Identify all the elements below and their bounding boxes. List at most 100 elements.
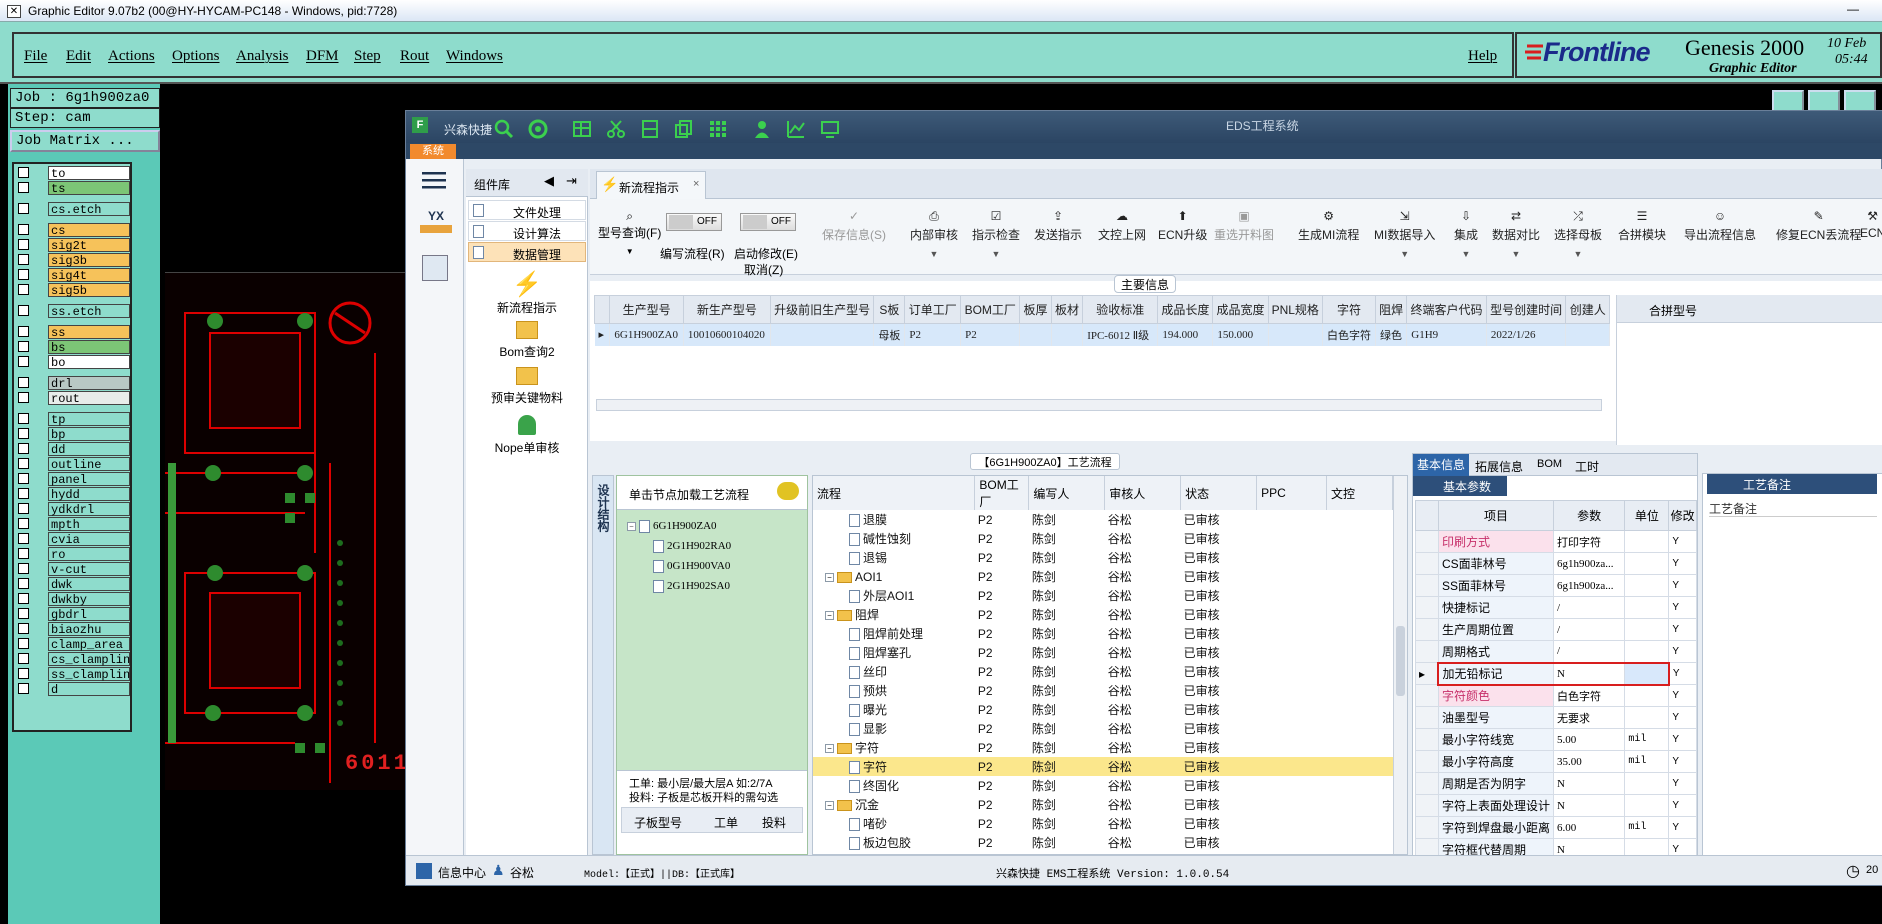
lifebuoy-icon[interactable] — [528, 119, 548, 139]
layer-row[interactable]: sig3b — [14, 253, 134, 268]
menu-file[interactable]: File — [24, 48, 47, 65]
layer-checkbox[interactable] — [18, 458, 29, 469]
layer-name[interactable]: sig4t — [48, 268, 130, 283]
param-row[interactable]: 字符颜色 白色字符 Y — [1415, 684, 1697, 707]
layer-checkbox[interactable] — [18, 473, 29, 484]
param-value[interactable]: 白色字符 — [1552, 684, 1626, 707]
flow-row[interactable]: 阻焊塞孔 P2 陈剑 谷松 已审核 — [813, 643, 1393, 662]
layer-checkbox[interactable] — [18, 533, 29, 544]
layer-name[interactable]: tp — [48, 412, 130, 427]
layer-row[interactable]: ss_clamplin — [14, 667, 134, 682]
layer-checkbox[interactable] — [18, 623, 29, 634]
col-header[interactable]: 单位 — [1624, 500, 1670, 531]
layer-row[interactable]: biaozhu — [14, 622, 134, 637]
param-row[interactable]: 油墨型号 无要求 Y — [1415, 706, 1697, 729]
chart-icon[interactable] — [786, 119, 806, 139]
param-value[interactable]: 6g1h900za... — [1552, 574, 1626, 597]
layer-checkbox[interactable] — [18, 578, 29, 589]
tree-node[interactable]: 0G1H900VA0 — [653, 560, 730, 573]
layer-checkbox[interactable] — [18, 254, 29, 265]
col-header[interactable]: 新生产型号 — [682, 295, 771, 324]
layer-row[interactable]: dd — [14, 442, 134, 457]
layer-row[interactable]: rout — [14, 391, 134, 406]
mi-import-button[interactable]: ⇲ MI数据导入 ▼ — [1374, 209, 1435, 259]
layer-checkbox[interactable] — [18, 239, 29, 250]
launcher-nope-audit[interactable]: Nope单审核 — [466, 415, 588, 456]
design-structure-tab[interactable]: 设计结构 — [592, 475, 614, 855]
merge-module-button[interactable]: ☰ 合拼模块 — [1618, 209, 1666, 243]
param-value[interactable]: N — [1552, 772, 1626, 795]
side-menu-data[interactable]: 数据管理 — [468, 242, 586, 262]
launcher-precheck[interactable]: 预审关键物料 — [466, 367, 588, 406]
layer-checkbox[interactable] — [18, 563, 29, 574]
layer-checkbox[interactable] — [18, 305, 29, 316]
param-value[interactable]: 无要求 — [1552, 706, 1626, 729]
layer-name[interactable]: cs.etch — [48, 202, 130, 217]
minimize-button[interactable]: — — [1828, 2, 1878, 18]
generate-mi-button[interactable]: ⚙ 生成MI流程 — [1298, 209, 1359, 243]
table-icon[interactable] — [572, 119, 592, 139]
layer-name[interactable]: panel — [48, 472, 130, 487]
layer-checkbox[interactable] — [18, 167, 29, 178]
repair-ecn-button[interactable]: ✎ 修复ECN丢流程 — [1776, 209, 1861, 243]
job-matrix-button[interactable]: Job Matrix ... — [10, 130, 160, 152]
layer-checkbox[interactable] — [18, 608, 29, 619]
layer-row[interactable]: gbdrl — [14, 607, 134, 622]
flow-row[interactable]: − 字符 P2 陈剑 谷松 已审核 — [813, 738, 1393, 757]
layer-name[interactable]: to — [48, 166, 130, 181]
collapse-left-icon[interactable]: ◀ — [544, 173, 554, 189]
layer-name[interactable]: bs — [48, 340, 130, 355]
col-header[interactable]: 参数 — [1552, 500, 1626, 531]
collapse-icon[interactable]: − — [825, 744, 834, 754]
layer-name[interactable]: cs — [48, 223, 130, 238]
layer-name[interactable]: sig3b — [48, 253, 130, 268]
layer-checkbox[interactable] — [18, 413, 29, 424]
flow-row[interactable]: 外层AOI1 P2 陈剑 谷松 已审核 — [813, 586, 1393, 605]
select-mother-board-button[interactable]: ⤮ 选择母板 ▼ — [1554, 209, 1602, 259]
col-header[interactable]: 生产型号 — [609, 295, 684, 324]
system-tab[interactable]: 系统 — [410, 144, 456, 160]
film-icon[interactable] — [640, 119, 660, 139]
calculator-icon[interactable] — [422, 255, 448, 281]
tree-node[interactable]: 2G1H902SA0 — [653, 580, 730, 593]
menu-rout[interactable]: Rout — [400, 48, 429, 65]
param-value[interactable]: 35.00 — [1552, 750, 1626, 773]
layer-checkbox[interactable] — [18, 653, 29, 664]
pcb-canvas[interactable]: 6011 — [165, 272, 405, 790]
layer-checkbox[interactable] — [18, 203, 29, 214]
layer-name[interactable]: ro — [48, 547, 130, 562]
layer-row[interactable]: cs.etch — [14, 202, 134, 217]
col-header[interactable]: 字符 — [1321, 295, 1376, 324]
layer-row[interactable]: dwk — [14, 577, 134, 592]
flow-row[interactable]: 板边包胶 P2 陈剑 谷松 已审核 — [813, 833, 1393, 852]
layer-checkbox[interactable] — [18, 488, 29, 499]
layer-row[interactable]: mpth — [14, 517, 134, 532]
layer-name[interactable]: ss.etch — [48, 304, 130, 319]
layer-name[interactable]: dd — [48, 442, 130, 457]
layer-row[interactable]: panel — [14, 472, 134, 487]
layer-row[interactable]: to — [14, 166, 134, 181]
col-header[interactable]: 工单 — [714, 814, 738, 831]
doc-upload-button[interactable]: ☁ 文控上网 — [1098, 209, 1146, 243]
col-header[interactable]: 阻焊 — [1374, 295, 1408, 324]
layer-name[interactable]: outline — [48, 457, 130, 472]
vertical-scrollbar[interactable] — [1393, 476, 1407, 854]
grid-icon[interactable] — [708, 119, 728, 139]
flow-row[interactable]: − AOI1 P2 陈剑 谷松 已审核 — [813, 567, 1393, 586]
integrate-button[interactable]: ⇩ 集成 ▼ — [1454, 209, 1478, 259]
layer-row[interactable]: sig5b — [14, 283, 134, 298]
col-header[interactable]: PNL规格 — [1267, 295, 1323, 324]
reselect-cut-button[interactable]: ▣ 重选开料图 — [1214, 209, 1274, 243]
param-value[interactable]: N — [1552, 661, 1626, 686]
layer-checkbox[interactable] — [18, 284, 29, 295]
layer-checkbox[interactable] — [18, 269, 29, 280]
start-modify-toggle[interactable]: OFF — [740, 213, 796, 231]
flow-row[interactable]: 字符 P2 陈剑 谷松 已审核 — [813, 757, 1393, 776]
collapse-icon[interactable]: − — [825, 572, 834, 582]
layer-row[interactable]: v-cut — [14, 562, 134, 577]
cancel-label[interactable]: 取消(Z) — [744, 261, 783, 278]
layer-checkbox[interactable] — [18, 668, 29, 679]
launcher-bom-query[interactable]: Bom查询2 — [466, 321, 588, 360]
param-row[interactable]: 字符到焊盘最小距离 6.00 mil Y — [1415, 816, 1697, 839]
layer-checkbox[interactable] — [18, 392, 29, 403]
